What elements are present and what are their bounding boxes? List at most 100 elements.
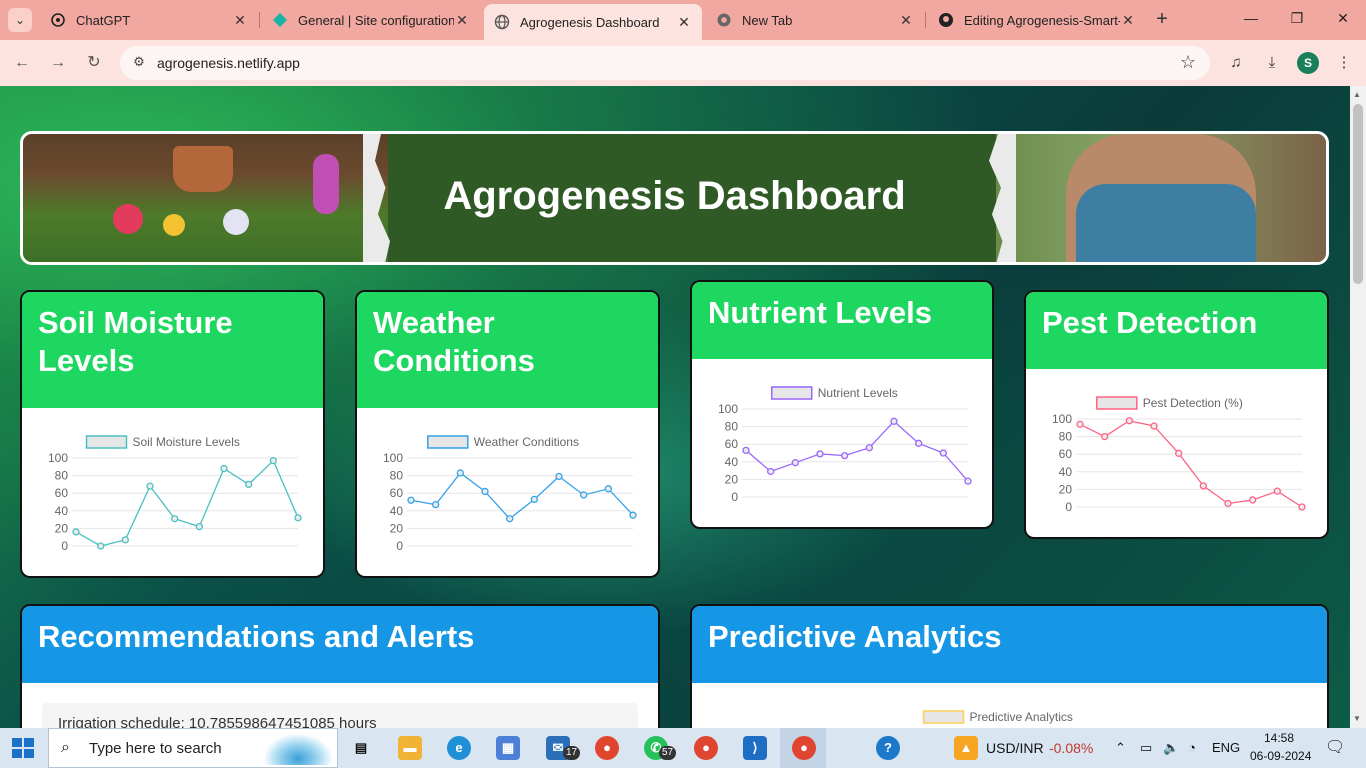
data-point bbox=[456, 469, 464, 477]
legend-swatch bbox=[85, 435, 128, 449]
tab-github[interactable]: Editing Agrogenesis-Smart-F ✕ bbox=[928, 4, 1146, 36]
whatsapp-badge: 57 bbox=[659, 746, 677, 760]
battery-icon[interactable]: ▭ bbox=[1140, 740, 1152, 756]
notification-icon[interactable]: 🗨 bbox=[1325, 737, 1345, 757]
media-control-icon[interactable]: ♫ bbox=[1225, 52, 1247, 74]
series-line bbox=[410, 472, 634, 520]
close-icon[interactable]: ✕ bbox=[454, 12, 470, 29]
windows-start-icon[interactable] bbox=[12, 738, 34, 758]
y-tick-label: 40 bbox=[55, 504, 69, 518]
soil-moisture-card: Soil Moisture Levels Soil Moisture Level… bbox=[20, 290, 325, 578]
data-point bbox=[1076, 420, 1084, 428]
close-icon[interactable]: ✕ bbox=[898, 12, 914, 29]
weather-chart: Weather Conditions 0 20 40 60 80 100 bbox=[383, 435, 637, 553]
file-explorer-icon[interactable]: ▬ bbox=[398, 736, 422, 760]
page-scrollbar[interactable]: ▲ ▼ bbox=[1350, 86, 1366, 728]
y-tick-label: 20 bbox=[725, 472, 739, 486]
tab-title: General | Site configuration | bbox=[298, 12, 454, 28]
chrome-profile-icon[interactable]: ● bbox=[694, 736, 718, 760]
chevron-up-icon[interactable]: ⌃ bbox=[1115, 740, 1126, 756]
close-icon[interactable]: ✕ bbox=[232, 12, 248, 29]
data-point bbox=[1273, 487, 1281, 495]
chatgpt-icon bbox=[50, 12, 66, 28]
tab-agrogenesis[interactable]: Agrogenesis Dashboard ✕ bbox=[484, 4, 702, 40]
restore-icon[interactable]: ❐ bbox=[1287, 10, 1307, 27]
predictive-chart: Predictive Analytics bbox=[922, 710, 1073, 724]
chrome-icon bbox=[716, 12, 732, 28]
taskbar-search-box[interactable]: ⌕ Type here to search bbox=[48, 728, 338, 768]
minimize-icon[interactable]: — bbox=[1241, 10, 1261, 26]
recommendations-card: Recommendations and Alerts Irrigation sc… bbox=[20, 604, 660, 728]
nutrient-chart: Nutrient Levels 0 20 40 60 80 100 bbox=[718, 386, 972, 504]
clock-time[interactable]: 14:58 bbox=[1264, 731, 1294, 745]
data-point bbox=[555, 472, 563, 481]
data-point bbox=[865, 444, 873, 452]
series-line bbox=[75, 459, 299, 547]
tab-strip: ⌄ ChatGPT ✕ General | Site configuration… bbox=[0, 0, 1366, 40]
y-tick-label: 20 bbox=[55, 521, 69, 535]
y-tick-label: 100 bbox=[48, 451, 68, 465]
tab-title: Editing Agrogenesis-Smart-F bbox=[964, 12, 1120, 28]
page-viewport: Agrogenesis Dashboard Soil Moisture Leve… bbox=[0, 86, 1350, 728]
y-tick-label: 80 bbox=[390, 469, 404, 483]
y-tick-label: 40 bbox=[1059, 465, 1073, 479]
vscode-icon[interactable]: ⟩ bbox=[743, 736, 767, 760]
forward-icon[interactable]: → bbox=[47, 52, 69, 74]
volume-icon[interactable]: 🔈 bbox=[1163, 740, 1179, 756]
new-tab-button[interactable]: + bbox=[1150, 8, 1174, 32]
edge-icon[interactable]: e bbox=[447, 736, 471, 760]
tab-chatgpt[interactable]: ChatGPT ✕ bbox=[40, 4, 258, 36]
y-tick-label: 60 bbox=[1059, 447, 1073, 461]
download-icon[interactable]: ⤓ bbox=[1261, 52, 1283, 74]
y-tick-label: 0 bbox=[61, 539, 68, 553]
tab-netlify[interactable]: General | Site configuration | ✕ bbox=[262, 4, 480, 36]
close-icon[interactable]: ✕ bbox=[1120, 12, 1136, 29]
tab-search-button[interactable]: ⌄ bbox=[8, 8, 32, 32]
y-tick-label: 100 bbox=[1052, 412, 1072, 426]
bookmark-star-icon[interactable]: ☆ bbox=[1180, 52, 1196, 73]
globe-icon bbox=[494, 14, 510, 30]
data-point bbox=[604, 485, 612, 493]
url-text: agrogenesis.netlify.app bbox=[157, 55, 300, 71]
site-info-icon[interactable]: ⚙ bbox=[130, 54, 148, 72]
store-icon[interactable]: ▦ bbox=[496, 736, 520, 760]
data-point bbox=[97, 542, 105, 550]
scrollbar-thumb[interactable] bbox=[1353, 104, 1363, 284]
address-bar[interactable]: ⚙ agrogenesis.netlify.app ☆ bbox=[120, 46, 1210, 80]
ticker-label: USD/INR bbox=[986, 740, 1044, 756]
menu-kebab-icon[interactable]: ⋮ bbox=[1333, 52, 1355, 74]
close-icon[interactable]: ✕ bbox=[676, 14, 692, 31]
data-point bbox=[1150, 422, 1158, 430]
ticker-icon: ▲ bbox=[954, 736, 978, 760]
language-indicator[interactable]: ENG bbox=[1212, 740, 1240, 755]
irrigation-alert: Irrigation schedule: 10.785598647451085 … bbox=[42, 703, 638, 728]
wifi-icon[interactable]: ◔ bbox=[1188, 740, 1196, 755]
tab-new-tab[interactable]: New Tab ✕ bbox=[706, 4, 924, 36]
data-point bbox=[939, 449, 947, 457]
tab-title: New Tab bbox=[742, 12, 793, 28]
window-close-icon[interactable]: ✕ bbox=[1333, 10, 1353, 27]
data-point bbox=[220, 464, 228, 473]
y-tick-label: 0 bbox=[1065, 500, 1072, 514]
back-icon[interactable]: ← bbox=[11, 52, 33, 74]
y-tick-label: 100 bbox=[718, 402, 738, 416]
chrome-active-icon[interactable]: ● bbox=[792, 736, 816, 760]
reload-icon[interactable]: ↻ bbox=[83, 52, 105, 74]
data-point bbox=[171, 515, 179, 523]
legend-label: Nutrient Levels bbox=[818, 386, 898, 400]
y-tick-label: 60 bbox=[55, 486, 69, 500]
data-point bbox=[72, 528, 80, 536]
y-tick-label: 0 bbox=[731, 490, 738, 504]
netlify-icon bbox=[272, 12, 288, 28]
tab-divider bbox=[259, 12, 260, 28]
avatar[interactable]: S bbox=[1297, 52, 1319, 74]
task-view-icon[interactable]: ▤ bbox=[349, 736, 373, 760]
y-tick-label: 20 bbox=[1059, 482, 1073, 496]
clock-date[interactable]: 06-09-2024 bbox=[1250, 749, 1311, 763]
legend-swatch bbox=[771, 386, 813, 400]
help-icon[interactable]: ? bbox=[876, 736, 900, 760]
page-title: Agrogenesis Dashboard bbox=[443, 174, 906, 218]
chrome-taskbar-icon[interactable]: ● bbox=[595, 736, 619, 760]
data-point bbox=[269, 456, 277, 465]
data-point bbox=[506, 515, 514, 523]
